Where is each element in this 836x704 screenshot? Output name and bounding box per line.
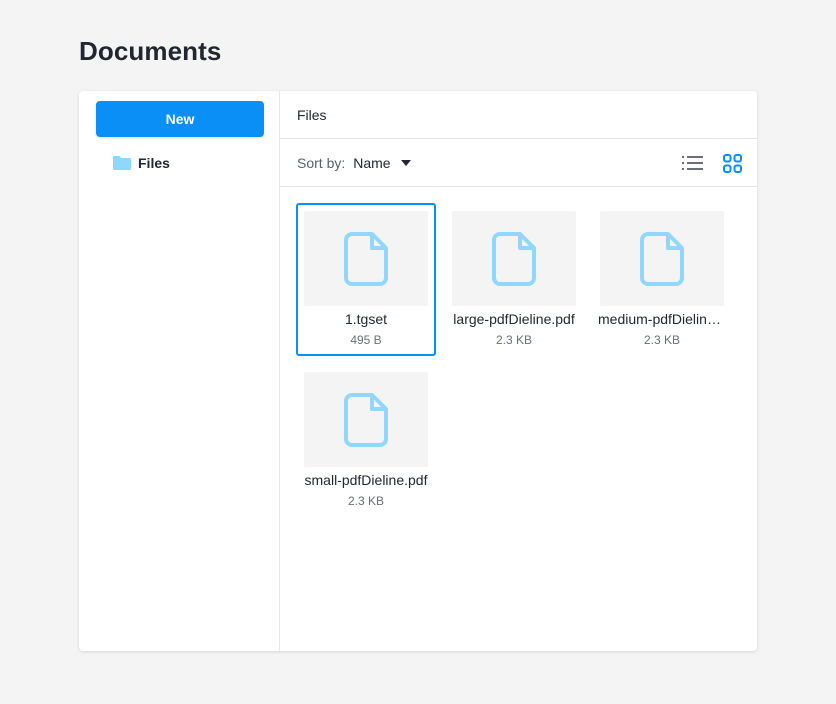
file-card[interactable]: medium-pdfDieline.pdf 2.3 KB xyxy=(592,203,732,356)
view-toggles xyxy=(663,153,743,173)
file-name: small-pdfDieline.pdf xyxy=(304,472,428,488)
file-card[interactable]: large-pdfDieline.pdf 2.3 KB xyxy=(444,203,584,356)
file-grid: 1.tgset 495 B large-pdfDieline.pdf 2.3 K… xyxy=(280,187,757,508)
file-thumbnail xyxy=(304,372,428,467)
file-name: medium-pdfDieline.pdf xyxy=(598,311,730,327)
sidebar-item-label: Files xyxy=(138,155,170,171)
sidebar: New Files xyxy=(79,91,280,651)
file-size: 2.3 KB xyxy=(347,494,385,508)
file-name: large-pdfDieline.pdf xyxy=(453,311,575,327)
sort-dropdown[interactable]: Name xyxy=(353,154,411,171)
main-content: Files Sort by: Name 1.tgset 495 B large-… xyxy=(280,91,757,651)
sidebar-item-files[interactable]: Files xyxy=(113,153,170,173)
list-view-button[interactable] xyxy=(681,153,703,173)
file-name: 1.tgset xyxy=(344,311,388,327)
file-size: 495 B xyxy=(350,333,382,347)
file-size: 2.3 KB xyxy=(643,333,681,347)
file-icon xyxy=(344,231,388,286)
breadcrumb-item-files[interactable]: Files xyxy=(297,107,327,123)
file-thumbnail xyxy=(452,211,576,306)
caret-down-icon xyxy=(400,160,411,166)
folder-icon xyxy=(113,156,131,170)
list-view-icon xyxy=(681,156,703,170)
file-icon xyxy=(344,392,388,447)
documents-panel: New Files Files Sort by: Name 1.tgset 49… xyxy=(79,91,757,651)
sort-value: Name xyxy=(353,154,391,171)
file-thumbnail xyxy=(304,211,428,306)
file-icon xyxy=(640,231,684,286)
file-size: 2.3 KB xyxy=(495,333,533,347)
grid-view-button[interactable] xyxy=(721,153,743,173)
breadcrumb: Files xyxy=(280,91,757,139)
sort-label: Sort by: xyxy=(297,154,346,171)
file-card[interactable]: small-pdfDieline.pdf 2.3 KB xyxy=(296,364,436,517)
toolbar: Sort by: Name xyxy=(280,139,757,187)
file-icon xyxy=(492,231,536,286)
file-card[interactable]: 1.tgset 495 B xyxy=(296,203,436,356)
page-title: Documents xyxy=(79,36,222,66)
file-thumbnail xyxy=(600,211,724,306)
grid-view-icon xyxy=(722,153,742,173)
new-button[interactable]: New xyxy=(96,101,264,137)
